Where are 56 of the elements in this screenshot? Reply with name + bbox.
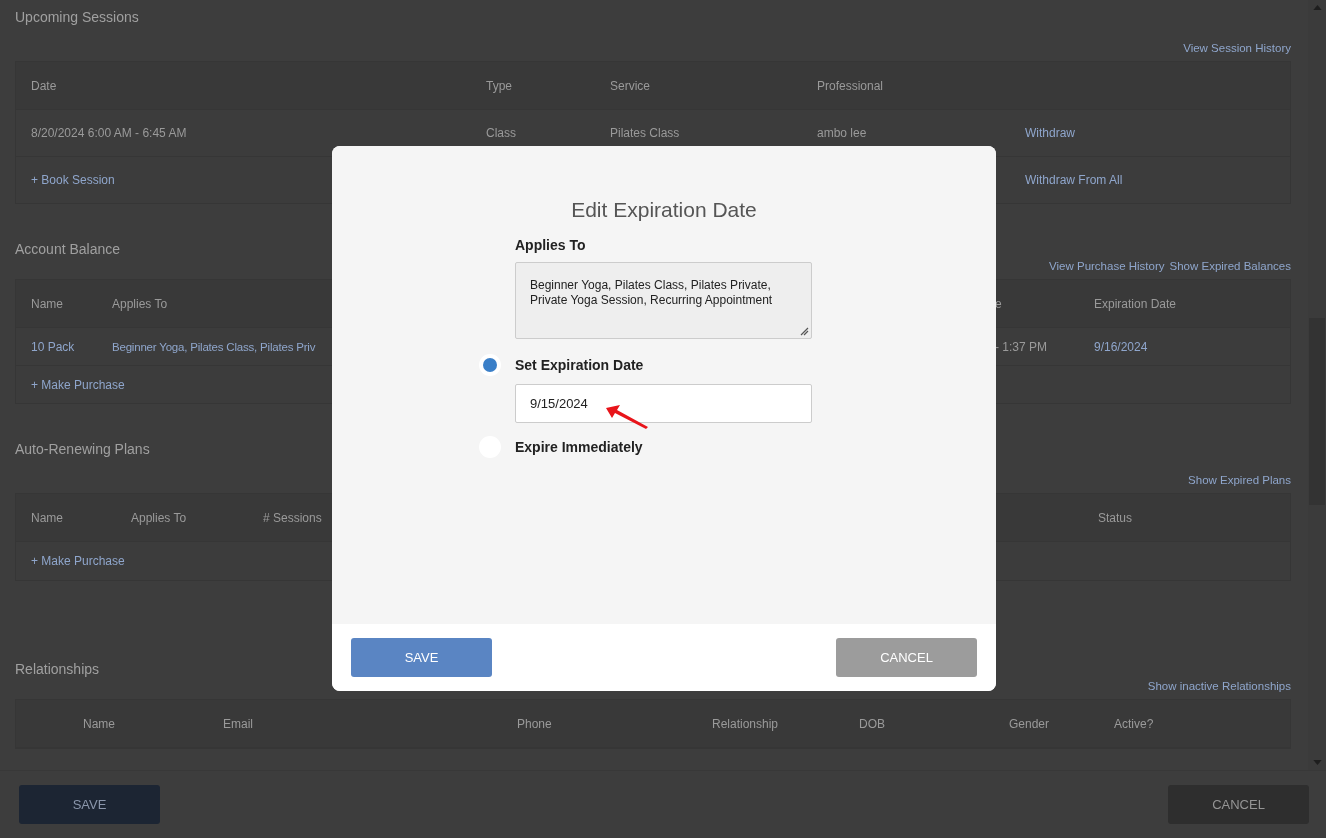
table-cell: 8/20/2024 6:00 AM - 6:45 AM <box>31 125 187 141</box>
column-header: Professional <box>817 77 884 94</box>
column-header: Email <box>223 715 253 732</box>
action-link[interactable]: + Book Session <box>31 172 115 188</box>
save-button[interactable]: SAVE <box>351 638 492 677</box>
column-header: # Sessions <box>263 509 322 526</box>
column-header: Relationship <box>712 715 779 732</box>
column-header: DOB <box>859 715 885 732</box>
column-header: Applies To <box>112 295 168 312</box>
table-cell: Class <box>486 125 516 141</box>
section-link[interactable]: View Session History <box>1183 40 1291 56</box>
column-header: Applies To <box>131 509 187 526</box>
dialog-title: Edit Expiration Date <box>570 197 758 223</box>
table-cell: ambo lee <box>817 125 867 141</box>
cell-link[interactable]: Withdraw <box>1025 125 1075 141</box>
cancel-button[interactable]: CANCEL <box>836 638 977 677</box>
action-link[interactable]: + Make Purchase <box>31 376 125 393</box>
column-header: Status <box>1098 509 1133 526</box>
column-header: Service <box>610 77 650 94</box>
scroll-down-icon[interactable] <box>1312 760 1322 765</box>
section-link[interactable]: Show Expired Plans <box>1188 472 1291 488</box>
column-header: Type <box>486 77 512 94</box>
date-input[interactable]: 9/15/2024 <box>515 384 812 423</box>
column-header: Active? <box>1114 715 1154 732</box>
column-header: Phone <box>517 715 552 732</box>
column-header: Date <box>31 77 57 94</box>
cell-link[interactable]: Beginner Yoga, Pilates Class, Pilates Priv <box>112 338 316 355</box>
save-button[interactable]: SAVE <box>19 785 160 824</box>
action-link[interactable]: Withdraw From All <box>1025 172 1123 188</box>
section-title: Account Balance <box>15 240 121 259</box>
cell-link[interactable]: 9/16/2024 <box>1094 338 1148 355</box>
table-cell: Pilates Class <box>610 125 680 141</box>
option-label: Expire Immediately <box>515 438 643 456</box>
pointer-arrow-icon <box>605 404 649 430</box>
column-header: e <box>995 295 1002 312</box>
column-header: Expiration Date <box>1094 295 1177 312</box>
cancel-button[interactable]: CANCEL <box>1168 785 1309 824</box>
column-header: Name <box>31 509 63 526</box>
section-link[interactable]: Show Expired Balances <box>1169 258 1291 274</box>
field-label: Applies To <box>515 236 587 254</box>
column-header: Name <box>31 295 63 312</box>
column-header: Gender <box>1009 715 1050 732</box>
section-title: Relationships <box>15 660 100 679</box>
table-cell: - 1:37 PM <box>995 338 1048 355</box>
column-header: Name <box>83 715 115 732</box>
scroll-up-icon[interactable] <box>1312 5 1322 10</box>
action-link[interactable]: + Make Purchase <box>31 553 125 569</box>
cell-link[interactable]: 10 Pack <box>31 338 75 355</box>
section-link[interactable]: Show inactive Relationships <box>1147 678 1291 694</box>
section-link[interactable]: View Purchase History <box>1049 258 1165 274</box>
section-title: Upcoming Sessions <box>15 8 139 27</box>
option-label: Set Expiration Date <box>515 356 644 374</box>
section-title: Auto-Renewing Plans <box>15 440 150 459</box>
radio-button[interactable] <box>479 354 501 376</box>
resize-grip-icon[interactable] <box>799 326 809 336</box>
applies-to-field[interactable]: Beginner Yoga, Pilates Class, Pilates Private, Private Yoga Session, Recurring Appointment <box>515 262 812 339</box>
